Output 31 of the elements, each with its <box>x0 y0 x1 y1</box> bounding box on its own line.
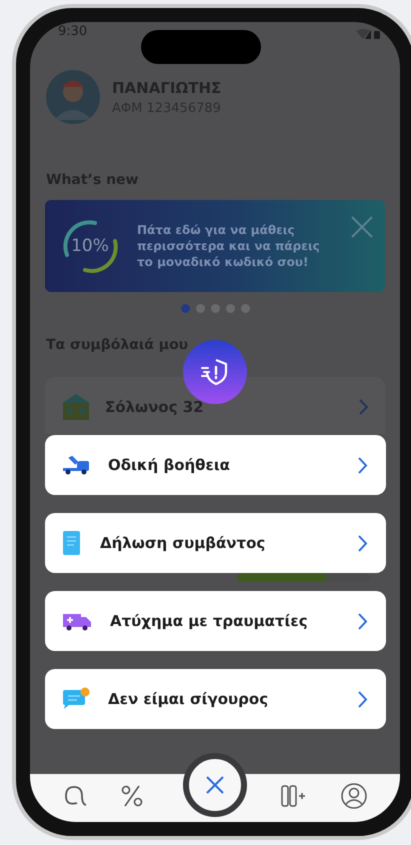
house-icon <box>61 393 91 421</box>
chevron-right-icon <box>359 399 369 415</box>
action-item[interactable]: Ατύχημα με τραυματίες <box>45 591 386 651</box>
chevron-right-icon <box>358 612 368 630</box>
tow-truck-icon <box>62 455 90 475</box>
action-item[interactable]: Δεν είμαι σίγουρος <box>45 669 386 729</box>
add-product-icon[interactable] <box>281 784 307 808</box>
chat-bubble-icon <box>62 687 90 711</box>
ambulance-icon <box>62 611 92 631</box>
banner-text: Πάτα εδώ για να μάθεις περισσότερα και να πάρεις το μοναδικό κωδικό σου! <box>137 222 321 270</box>
page-dot[interactable] <box>210 304 220 313</box>
signal-battery-icon <box>356 28 382 40</box>
promo-banner[interactable]: 10% Πάτα εδώ για να μάθεις περισσότερα και να πάρεις το μοναδικό κωδικό σου! <box>45 200 385 292</box>
page-dot[interactable] <box>226 304 234 313</box>
close-icon <box>206 776 224 794</box>
chevron-right-icon <box>358 456 368 474</box>
chevron-right-icon <box>358 534 368 552</box>
close-icon[interactable] <box>351 216 373 238</box>
avatar[interactable] <box>46 70 100 124</box>
page-dot[interactable] <box>180 304 190 313</box>
shield-alert-icon <box>200 357 230 387</box>
discount-value: 10% <box>71 236 109 256</box>
profile-icon[interactable] <box>341 783 367 809</box>
action-item[interactable]: Δήλωση συμβάντος <box>45 513 386 573</box>
percent-icon[interactable] <box>121 784 143 808</box>
document-icon <box>62 530 82 556</box>
chevron-right-icon <box>358 690 368 708</box>
discover-icon[interactable] <box>63 784 87 808</box>
action-item[interactable]: Οδική βοήθεια <box>45 435 386 495</box>
page-dot[interactable] <box>196 304 204 313</box>
page-dot[interactable] <box>240 304 250 313</box>
